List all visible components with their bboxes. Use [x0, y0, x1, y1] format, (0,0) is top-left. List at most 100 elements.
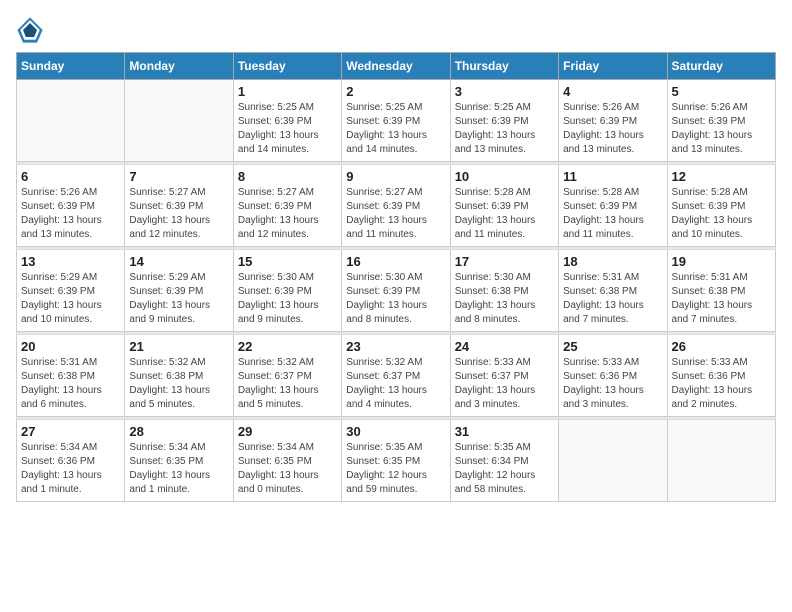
calendar-cell: 15 Sunrise: 5:30 AM Sunset: 6:39 PM Dayli…	[233, 250, 341, 332]
calendar-cell: 20 Sunrise: 5:31 AM Sunset: 6:38 PM Dayli…	[17, 335, 125, 417]
calendar-cell: 3 Sunrise: 5:25 AM Sunset: 6:39 PM Daylig…	[450, 80, 558, 162]
day-number: 13	[21, 254, 120, 269]
day-number: 17	[455, 254, 554, 269]
day-info: Sunrise: 5:28 AM Sunset: 6:39 PM Dayligh…	[455, 186, 554, 242]
day-info: Sunrise: 5:30 AM Sunset: 6:39 PM Dayligh…	[238, 271, 337, 327]
day-number: 19	[672, 254, 771, 269]
day-number: 21	[129, 339, 228, 354]
calendar-cell: 23 Sunrise: 5:32 AM Sunset: 6:37 PM Dayli…	[342, 335, 450, 417]
calendar-cell	[667, 420, 775, 502]
day-info: Sunrise: 5:26 AM Sunset: 6:39 PM Dayligh…	[563, 101, 662, 157]
day-number: 16	[346, 254, 445, 269]
day-number: 23	[346, 339, 445, 354]
calendar-cell: 27Sunrise: 5:34 AM Sunset: 6:36 PM Dayli…	[17, 420, 125, 502]
calendar-cell: 4 Sunrise: 5:26 AM Sunset: 6:39 PM Daylig…	[559, 80, 667, 162]
day-number: 1	[238, 84, 337, 99]
calendar-cell: 13 Sunrise: 5:29 AM Sunset: 6:39 PM Dayli…	[17, 250, 125, 332]
day-number: 12	[672, 169, 771, 184]
calendar-week-4: 20 Sunrise: 5:31 AM Sunset: 6:38 PM Dayli…	[17, 335, 776, 417]
calendar-cell	[17, 80, 125, 162]
day-number: 4	[563, 84, 662, 99]
calendar-cell: 9 Sunrise: 5:27 AM Sunset: 6:39 PM Daylig…	[342, 165, 450, 247]
calendar-cell: 21 Sunrise: 5:32 AM Sunset: 6:38 PM Dayli…	[125, 335, 233, 417]
calendar-cell: 12Sunrise: 5:28 AM Sunset: 6:39 PM Dayli…	[667, 165, 775, 247]
calendar-cell: 18 Sunrise: 5:31 AM Sunset: 6:38 PM Dayli…	[559, 250, 667, 332]
day-info: Sunrise: 5:32 AM Sunset: 6:37 PM Dayligh…	[238, 356, 337, 412]
day-number: 20	[21, 339, 120, 354]
calendar-cell: 7Sunrise: 5:27 AM Sunset: 6:39 PM Daylig…	[125, 165, 233, 247]
day-info: Sunrise: 5:35 AM Sunset: 6:35 PM Dayligh…	[346, 441, 445, 497]
day-number: 2	[346, 84, 445, 99]
day-number: 29	[238, 424, 337, 439]
day-info: Sunrise: 5:31 AM Sunset: 6:38 PM Dayligh…	[672, 271, 771, 327]
day-info: Sunrise: 5:31 AM Sunset: 6:38 PM Dayligh…	[21, 356, 120, 412]
day-info: Sunrise: 5:25 AM Sunset: 6:39 PM Dayligh…	[455, 101, 554, 157]
calendar-cell: 22 Sunrise: 5:32 AM Sunset: 6:37 PM Dayli…	[233, 335, 341, 417]
day-info: Sunrise: 5:34 AM Sunset: 6:36 PM Dayligh…	[21, 441, 120, 497]
calendar-cell: 24 Sunrise: 5:33 AM Sunset: 6:37 PM Dayli…	[450, 335, 558, 417]
day-number: 31	[455, 424, 554, 439]
day-number: 14	[129, 254, 228, 269]
day-number: 9	[346, 169, 445, 184]
calendar-week-5: 27Sunrise: 5:34 AM Sunset: 6:36 PM Dayli…	[17, 420, 776, 502]
day-number: 8	[238, 169, 337, 184]
calendar-table: SundayMondayTuesdayWednesdayThursdayFrid…	[16, 52, 776, 502]
day-header-saturday: Saturday	[667, 53, 775, 80]
calendar-cell	[125, 80, 233, 162]
day-number: 3	[455, 84, 554, 99]
calendar-week-2: 6Sunrise: 5:26 AM Sunset: 6:39 PM Daylig…	[17, 165, 776, 247]
day-info: Sunrise: 5:35 AM Sunset: 6:34 PM Dayligh…	[455, 441, 554, 497]
day-info: Sunrise: 5:33 AM Sunset: 6:36 PM Dayligh…	[672, 356, 771, 412]
logo	[16, 16, 48, 44]
day-info: Sunrise: 5:31 AM Sunset: 6:38 PM Dayligh…	[563, 271, 662, 327]
day-number: 5	[672, 84, 771, 99]
day-info: Sunrise: 5:28 AM Sunset: 6:39 PM Dayligh…	[563, 186, 662, 242]
day-info: Sunrise: 5:29 AM Sunset: 6:39 PM Dayligh…	[129, 271, 228, 327]
calendar-cell: 19 Sunrise: 5:31 AM Sunset: 6:38 PM Dayli…	[667, 250, 775, 332]
day-number: 15	[238, 254, 337, 269]
calendar-cell: 14 Sunrise: 5:29 AM Sunset: 6:39 PM Dayli…	[125, 250, 233, 332]
calendar-cell: 17 Sunrise: 5:30 AM Sunset: 6:38 PM Dayli…	[450, 250, 558, 332]
header	[16, 16, 776, 44]
day-number: 24	[455, 339, 554, 354]
day-info: Sunrise: 5:26 AM Sunset: 6:39 PM Dayligh…	[672, 101, 771, 157]
day-header-tuesday: Tuesday	[233, 53, 341, 80]
calendar-cell: 31 Sunrise: 5:35 AM Sunset: 6:34 PM Dayli…	[450, 420, 558, 502]
calendar-week-1: 1 Sunrise: 5:25 AM Sunset: 6:39 PM Daylig…	[17, 80, 776, 162]
day-header-thursday: Thursday	[450, 53, 558, 80]
calendar-cell: 28 Sunrise: 5:34 AM Sunset: 6:35 PM Dayli…	[125, 420, 233, 502]
calendar-week-3: 13 Sunrise: 5:29 AM Sunset: 6:39 PM Dayli…	[17, 250, 776, 332]
calendar-cell: 8 Sunrise: 5:27 AM Sunset: 6:39 PM Daylig…	[233, 165, 341, 247]
day-header-friday: Friday	[559, 53, 667, 80]
day-info: Sunrise: 5:25 AM Sunset: 6:39 PM Dayligh…	[346, 101, 445, 157]
calendar-cell	[559, 420, 667, 502]
calendar-cell: 5 Sunrise: 5:26 AM Sunset: 6:39 PM Daylig…	[667, 80, 775, 162]
day-info: Sunrise: 5:27 AM Sunset: 6:39 PM Dayligh…	[238, 186, 337, 242]
day-number: 28	[129, 424, 228, 439]
calendar-cell: 10Sunrise: 5:28 AM Sunset: 6:39 PM Dayli…	[450, 165, 558, 247]
day-info: Sunrise: 5:33 AM Sunset: 6:36 PM Dayligh…	[563, 356, 662, 412]
day-number: 18	[563, 254, 662, 269]
day-header-monday: Monday	[125, 53, 233, 80]
day-info: Sunrise: 5:26 AM Sunset: 6:39 PM Dayligh…	[21, 186, 120, 242]
day-number: 30	[346, 424, 445, 439]
calendar-cell: 6Sunrise: 5:26 AM Sunset: 6:39 PM Daylig…	[17, 165, 125, 247]
day-number: 25	[563, 339, 662, 354]
day-number: 22	[238, 339, 337, 354]
day-info: Sunrise: 5:33 AM Sunset: 6:37 PM Dayligh…	[455, 356, 554, 412]
calendar-cell: 30 Sunrise: 5:35 AM Sunset: 6:35 PM Dayli…	[342, 420, 450, 502]
calendar-cell: 2 Sunrise: 5:25 AM Sunset: 6:39 PM Daylig…	[342, 80, 450, 162]
day-info: Sunrise: 5:34 AM Sunset: 6:35 PM Dayligh…	[129, 441, 228, 497]
day-header-wednesday: Wednesday	[342, 53, 450, 80]
day-info: Sunrise: 5:32 AM Sunset: 6:38 PM Dayligh…	[129, 356, 228, 412]
day-info: Sunrise: 5:32 AM Sunset: 6:37 PM Dayligh…	[346, 356, 445, 412]
day-info: Sunrise: 5:27 AM Sunset: 6:39 PM Dayligh…	[346, 186, 445, 242]
day-header-sunday: Sunday	[17, 53, 125, 80]
day-info: Sunrise: 5:34 AM Sunset: 6:35 PM Dayligh…	[238, 441, 337, 497]
day-info: Sunrise: 5:30 AM Sunset: 6:38 PM Dayligh…	[455, 271, 554, 327]
day-number: 26	[672, 339, 771, 354]
day-info: Sunrise: 5:29 AM Sunset: 6:39 PM Dayligh…	[21, 271, 120, 327]
calendar-cell: 29 Sunrise: 5:34 AM Sunset: 6:35 PM Dayli…	[233, 420, 341, 502]
calendar-cell: 1Sunrise: 5:25 AM Sunset: 6:39 PM Daylig…	[233, 80, 341, 162]
calendar-cell: 16Sunrise: 5:30 AM Sunset: 6:39 PM Dayli…	[342, 250, 450, 332]
